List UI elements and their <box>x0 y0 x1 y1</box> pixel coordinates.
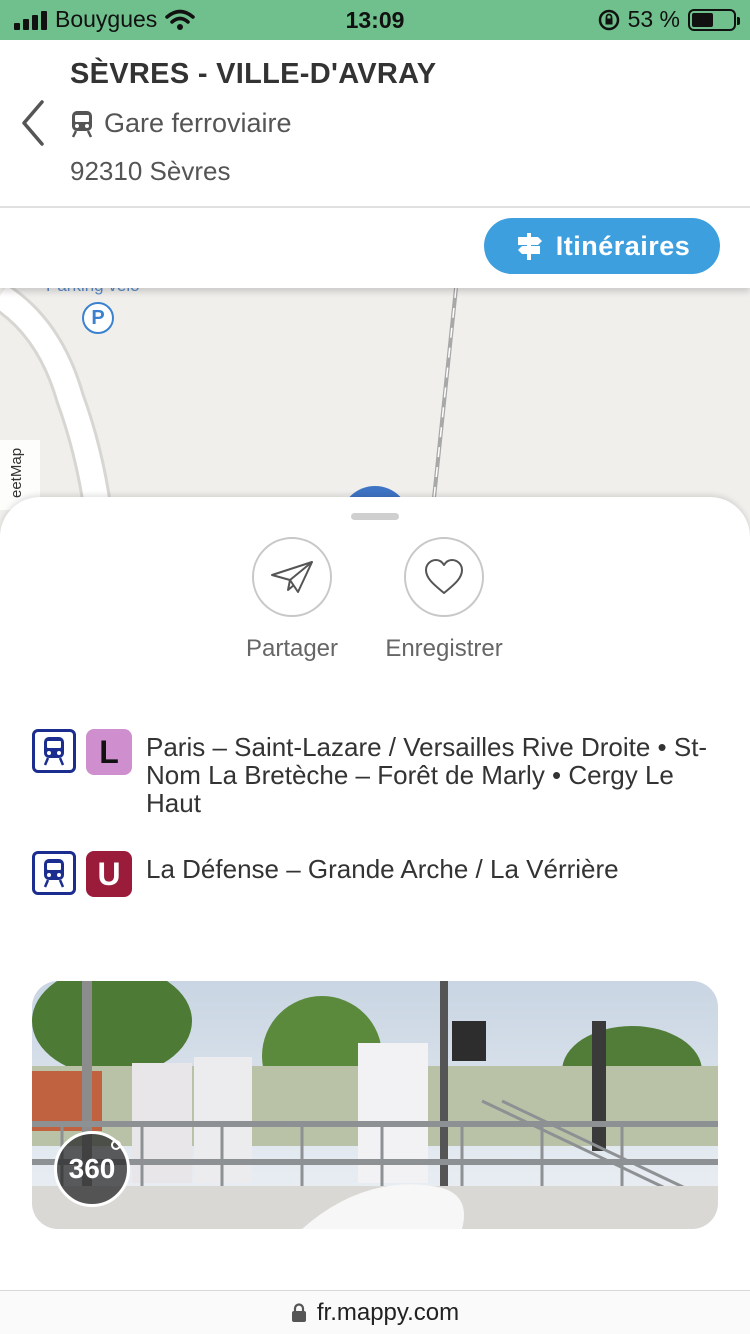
heart-icon <box>425 559 463 594</box>
sheet-drag-handle[interactable] <box>351 513 399 520</box>
line-u-badge: U <box>86 851 132 897</box>
back-chevron-icon[interactable] <box>16 98 52 148</box>
street-view-photo[interactable]: 360 <box>32 981 718 1229</box>
place-address: 92310 Sèvres <box>70 156 231 186</box>
degree-icon <box>111 1140 121 1150</box>
browser-url-bar[interactable]: fr.mappy.com <box>0 1290 750 1334</box>
route-bar: Itinéraires <box>0 208 750 288</box>
360-label: 360 <box>68 1153 116 1184</box>
line-l-badge: L <box>86 729 132 775</box>
url-text: fr.mappy.com <box>316 1298 460 1326</box>
status-bar: Bouygues 13:09 53 % <box>0 0 750 40</box>
transilien-train-icon <box>32 851 76 895</box>
save-button[interactable]: Enregistrer <box>364 537 524 663</box>
status-right: 53 % <box>598 6 740 33</box>
parking-icon[interactable]: P <box>82 302 114 334</box>
line-row-l[interactable]: L Paris – Saint-Lazare / Versailles Rive… <box>32 729 716 817</box>
share-icon-circle <box>252 537 332 617</box>
page-title: SÈVRES - VILLE-D'AVRAY <box>70 58 437 90</box>
line-badges: L <box>32 729 132 817</box>
share-label: Partager <box>245 635 339 662</box>
lock-icon <box>291 1302 306 1322</box>
rotation-lock-icon <box>598 9 619 30</box>
place-type-label: Gare ferroviaire <box>104 108 292 138</box>
itineraires-button[interactable]: Itinéraires <box>484 218 720 274</box>
signpost-icon <box>517 233 542 260</box>
360-view-badge[interactable]: 360 <box>54 1131 130 1207</box>
line-u-destinations: La Défense – Grande Arche / La Vérrière <box>146 854 619 884</box>
place-header: SÈVRES - VILLE-D'AVRAY Gare ferroviaire … <box>0 40 750 208</box>
place-type: Gare ferroviaire <box>70 108 292 139</box>
transilien-train-icon <box>32 729 76 773</box>
attribution-text: eetMap <box>8 447 25 498</box>
line-row-u[interactable]: U La Défense – Grande Arche / La Vérrièr… <box>32 851 716 897</box>
share-button[interactable]: Partager <box>212 537 372 663</box>
bottom-sheet: Partager Enregistrer L Paris – Saint-Laz… <box>0 497 750 1290</box>
save-icon-circle <box>404 537 484 617</box>
itineraires-label: Itinéraires <box>555 230 691 261</box>
line-badges: U <box>32 851 132 897</box>
train-icon <box>71 110 93 138</box>
battery-percent: 53 % <box>627 6 680 32</box>
battery-icon <box>688 8 740 31</box>
paper-plane-icon <box>271 561 313 593</box>
station-photo <box>32 981 718 1229</box>
map-poi-label: Parking vélo <box>46 288 140 296</box>
line-l-destinations: Paris – Saint-Lazare / Versailles Rive D… <box>146 732 708 818</box>
save-label: Enregistrer <box>385 635 503 662</box>
battery-fill <box>692 12 714 27</box>
